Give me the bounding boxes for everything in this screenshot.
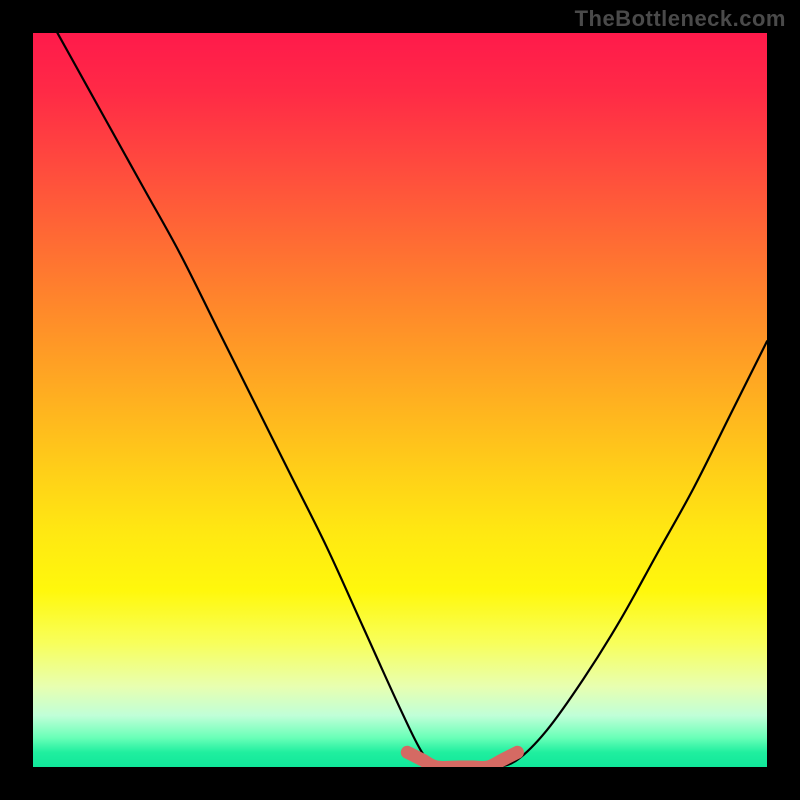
curve-layer xyxy=(33,33,767,767)
chart-frame: TheBottleneck.com xyxy=(0,0,800,800)
optimal-band xyxy=(407,752,517,767)
watermark-text: TheBottleneck.com xyxy=(575,6,786,32)
bottleneck-curve xyxy=(33,33,767,767)
plot-area xyxy=(33,33,767,767)
